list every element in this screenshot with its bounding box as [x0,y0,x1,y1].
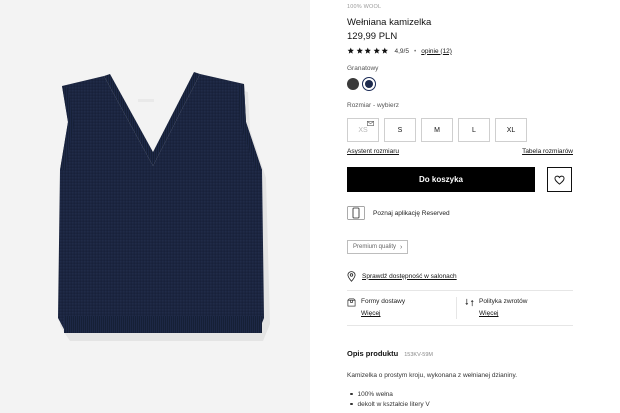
store-availability[interactable]: Sprawdź dostępność w salonach [347,270,457,282]
wishlist-button[interactable] [547,167,572,192]
color-label: Granatowy [347,65,379,72]
delivery-more-link[interactable]: Więcej [361,310,381,317]
material-tag: 100% WOOL [347,4,382,10]
rating-stars [347,47,389,55]
rating-row: 4,9/5 • opinie (12) [347,46,452,56]
notify-mail-icon [367,121,374,126]
star-icon [364,47,371,54]
size-option-label: XS [358,126,368,134]
divider [347,290,573,291]
star-icon [347,47,354,54]
app-promo[interactable]: Poznaj aplikację Reserved [347,206,450,220]
delivery-label: Formy dostawy [361,298,406,305]
reviews-link[interactable]: opinie (12) [421,48,452,55]
size-option-label: M [434,126,440,134]
description-text: Kamizelka o prostym kroju, wykonana z we… [347,372,518,379]
star-icon [373,47,380,54]
star-icon [356,47,363,54]
returns-more-link[interactable]: Więcej [479,310,499,317]
chevron-right-icon: › [400,243,403,251]
size-option-label: XL [506,126,516,134]
premium-quality-badge[interactable]: Premium quality › [347,240,409,254]
returns-label: Polityka zwrotów [479,298,528,305]
star-icon [381,47,388,54]
description-bullets: 100% wełna dekolt w kształcie litery V [347,389,430,409]
product-details: 100% WOOL Wełniana kamizelka 129,99 PLN … [347,0,573,413]
rating-value: 4,9/5 [394,47,409,55]
size-links: Asystent rozmiaru Tabela rozmiarów [347,148,573,155]
product-price: 129,99 PLN [347,31,398,42]
description-title: Opis produktu [347,349,399,358]
package-icon [347,298,356,307]
return-arrows-icon [465,298,474,307]
premium-quality-label: Premium quality [353,244,397,250]
add-to-cart-button[interactable]: Do koszyka [347,167,535,192]
smartphone-icon [347,206,365,220]
product-sku: 153KV-59M [404,352,433,358]
product-title: Wełniana kamizelka [347,17,432,28]
divider [347,325,573,326]
description-heading: Opis produktu 153KV-59M [347,349,433,358]
app-promo-text: Poznaj aplikację Reserved [373,209,450,217]
heart-icon [554,175,565,185]
color-swatch-navy-fill [365,80,373,88]
size-option-xs[interactable]: XS [347,118,379,142]
size-table-link[interactable]: Tabela rozmiarów [522,148,573,155]
color-swatch-gray[interactable] [347,78,359,90]
size-option-s[interactable]: S [384,118,416,142]
size-assistant-link[interactable]: Asystent rozmiaru [347,148,399,155]
size-option-xl[interactable]: XL [495,118,527,142]
map-pin-icon [347,270,356,282]
size-label: Rozmiar - wybierz [347,102,400,109]
size-option-label: L [472,126,476,134]
size-option-label: S [397,126,403,134]
description-bullet: 100% wełna [347,389,430,399]
color-swatch-navy[interactable] [362,77,376,91]
size-option-l[interactable]: L [458,118,490,142]
product-image[interactable] [0,0,310,413]
size-option-m[interactable]: M [421,118,453,142]
description-bullet: dekolt w kształcie litery V [347,399,430,409]
divider-vertical [456,297,457,319]
rating-separator: • [413,47,417,55]
product-gallery[interactable] [0,0,310,413]
store-availability-link: Sprawdź dostępność w salonach [362,272,457,280]
